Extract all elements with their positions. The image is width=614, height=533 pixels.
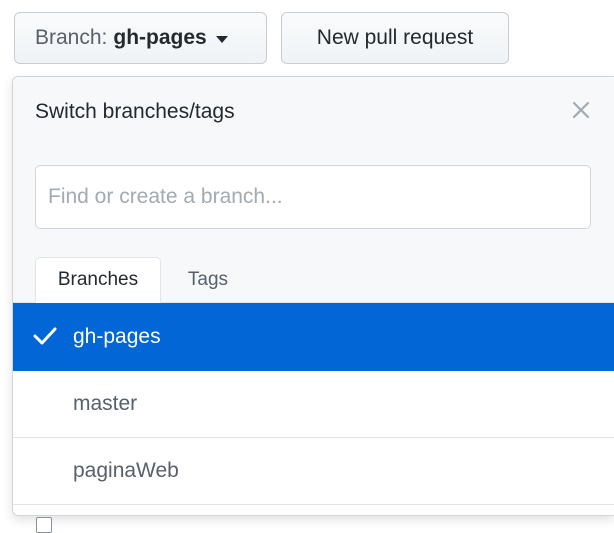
- menu-title: Switch branches/tags: [35, 100, 235, 123]
- branch-item-label: paginaWeb: [73, 459, 179, 482]
- branch-select-button[interactable]: Branch: gh-pages: [14, 12, 267, 64]
- branch-item-label: master: [73, 392, 138, 415]
- tab-tags[interactable]: Tags: [173, 257, 243, 303]
- current-branch-name: gh-pages: [113, 26, 207, 49]
- branch-item-gh-pages[interactable]: gh-pages: [13, 303, 614, 371]
- tab-branches-label: Branches: [57, 269, 139, 290]
- close-icon[interactable]: [570, 99, 592, 121]
- branch-item-master[interactable]: master: [13, 371, 614, 438]
- branch-item-label: gh-pages: [73, 325, 161, 348]
- branch-prefix-label: Branch:: [35, 26, 108, 49]
- branch-item-paginaweb[interactable]: paginaWeb: [13, 438, 614, 505]
- branch-select-menu: Switch branches/tags Branches Tags gh-pa…: [12, 76, 614, 516]
- filter-area: [13, 145, 614, 241]
- branch-filter-input[interactable]: [35, 165, 591, 229]
- check-icon: [33, 327, 57, 345]
- partial-checkbox[interactable]: [36, 517, 52, 533]
- new-pull-request-button[interactable]: New pull request: [281, 12, 509, 64]
- tab-branches[interactable]: Branches: [35, 257, 161, 303]
- tab-tags-label: Tags: [187, 269, 229, 290]
- menu-tabs: Branches Tags: [13, 241, 614, 303]
- new-pull-request-label: New pull request: [316, 26, 474, 49]
- menu-header: Switch branches/tags: [13, 77, 614, 146]
- caret-down-icon: [215, 35, 228, 43]
